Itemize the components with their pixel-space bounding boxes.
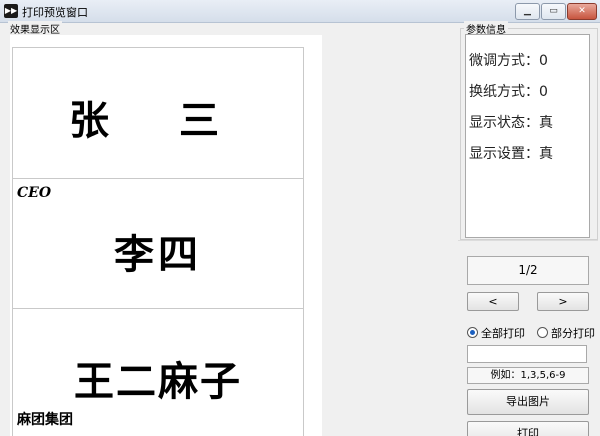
card-name: 李四 bbox=[114, 231, 202, 278]
info-line-display-state: 显示状态：真 bbox=[469, 115, 553, 131]
preview-group-label: 效果显示区 bbox=[8, 21, 62, 36]
app-icon: ▶▶ bbox=[4, 4, 18, 18]
print-partial-label: 部分打印 bbox=[551, 327, 595, 340]
card-name: 张 三 bbox=[69, 97, 247, 144]
info-line-paper-mode: 换纸方式：0 bbox=[469, 84, 548, 100]
card-name: 王二麻子 bbox=[74, 358, 242, 405]
info-text-box: 微调方式：0 换纸方式：0 显示状态：真 显示设置：真 bbox=[465, 34, 590, 238]
page-range-example: 例如：1,3,5,6-9 bbox=[467, 367, 589, 384]
page-range-input[interactable] bbox=[467, 345, 587, 363]
window-title: 打印预览窗口 bbox=[22, 6, 88, 19]
close-button[interactable]: ✕ bbox=[567, 3, 597, 20]
title-bar: ▶▶ 打印预览窗口 ▁ ▭ ✕ bbox=[0, 0, 600, 23]
maximize-button[interactable]: ▭ bbox=[541, 3, 566, 20]
radio-selected-icon bbox=[467, 327, 478, 338]
radio-unselected-icon bbox=[537, 327, 548, 338]
info-line-display-setting: 显示设置：真 bbox=[469, 146, 553, 162]
prev-page-button[interactable]: < bbox=[467, 292, 519, 311]
export-image-button[interactable]: 导出图片 bbox=[467, 389, 589, 415]
minimize-button[interactable]: ▁ bbox=[515, 3, 540, 20]
card-company: 麻团集团 bbox=[17, 412, 73, 428]
print-all-label: 全部打印 bbox=[481, 327, 525, 340]
card-title-tag: CEO bbox=[17, 185, 52, 201]
print-partial-radio[interactable]: 部分打印 bbox=[537, 325, 595, 341]
divider bbox=[458, 240, 598, 241]
name-card-3: 王二麻子 麻团集团 bbox=[12, 308, 304, 436]
print-preview-window: ▶▶ 打印预览窗口 ▁ ▭ ✕ 效果显示区 张 三 CEO 李四 王二麻子 麻团… bbox=[0, 0, 600, 436]
print-button[interactable]: 打印 bbox=[467, 421, 589, 436]
next-page-button[interactable]: > bbox=[537, 292, 589, 311]
preview-area: 张 三 CEO 李四 王二麻子 麻团集团 bbox=[10, 35, 322, 436]
name-card-2: CEO 李四 bbox=[12, 178, 304, 310]
page-indicator: 1/2 bbox=[467, 256, 589, 285]
info-line-adjust-mode: 微调方式：0 bbox=[469, 53, 548, 69]
name-card-1: 张 三 bbox=[12, 47, 304, 179]
print-all-radio[interactable]: 全部打印 bbox=[467, 325, 525, 341]
